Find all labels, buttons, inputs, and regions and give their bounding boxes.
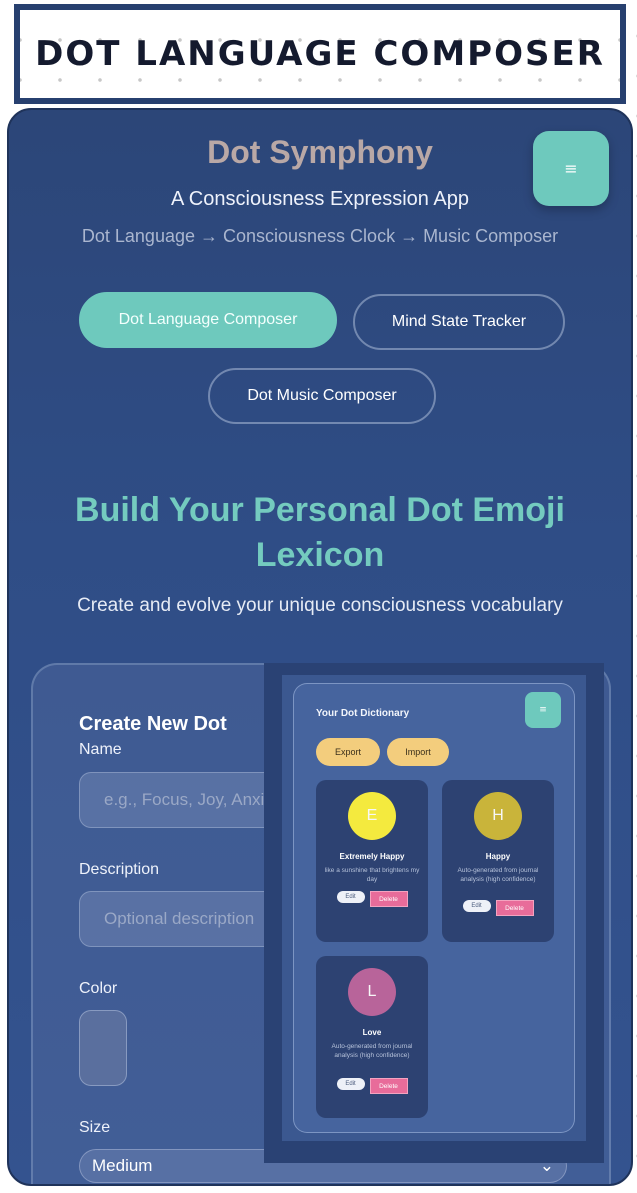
description-label: Description — [79, 861, 160, 878]
dot-description: like a sunshine that brightens my day — [324, 867, 420, 883]
app-subtitle: A Consciousness Expression App — [171, 188, 469, 210]
dot-card-extremely-happy[interactable]: E Extremely Happy like a sunshine that b… — [316, 780, 428, 942]
dictionary-title: Your Dot Dictionary — [316, 708, 410, 719]
dictionary-overlay: Your Dot Dictionary ≡ Export Import E Ex… — [264, 663, 604, 1163]
flow-breadcrumb: Dot Language → Consciousness Clock → Mus… — [81, 226, 559, 246]
color-picker[interactable] — [79, 1010, 127, 1086]
dot-name: Love — [362, 1028, 382, 1037]
dot-actions: Edit Delete — [316, 1078, 428, 1094]
dot-description: Auto-generated from journal analysis (hi… — [457, 867, 539, 883]
dot-circle: E — [348, 792, 396, 840]
menu-icon: ≡ — [564, 159, 578, 178]
menu-icon: ≡ — [539, 705, 547, 715]
dictionary-panel: Your Dot Dictionary ≡ Export Import E Ex… — [293, 683, 575, 1133]
delete-button[interactable]: Delete — [495, 900, 534, 916]
create-dot-title: Create New Dot — [79, 713, 227, 735]
export-button[interactable]: Export — [316, 738, 380, 766]
hero-title: Build Your Personal Dot Emoji Lexicon — [75, 491, 565, 574]
dot-actions: Edit Delete — [442, 900, 554, 916]
hero-subtitle: Create and evolve your unique consciousn… — [77, 595, 563, 616]
dictionary-menu-button[interactable]: ≡ — [525, 692, 561, 728]
dot-card-love[interactable]: L Love Auto-generated from journal analy… — [316, 956, 428, 1118]
dictionary-screen: Your Dot Dictionary ≡ Export Import E Ex… — [282, 675, 586, 1141]
edit-button[interactable]: Edit — [336, 1078, 365, 1090]
tab-dot-language-composer[interactable]: Dot Language Composer — [79, 292, 337, 348]
delete-button[interactable]: Delete — [369, 1078, 408, 1094]
name-label: Name — [79, 741, 122, 758]
tab-label: Dot Language Composer — [118, 311, 298, 328]
color-label: Color — [79, 980, 118, 997]
dot-card-happy[interactable]: H Happy Auto-generated from journal anal… — [442, 780, 554, 942]
size-value: Medium — [92, 1156, 153, 1175]
app-screen: Dot Symphony ≡ A Consciousness Expressio… — [7, 108, 633, 1186]
dot-description: Auto-generated from journal analysis (hi… — [331, 1043, 413, 1059]
banner-title: DOT LANGUAGE COMPOSER — [35, 34, 605, 74]
edit-button[interactable]: Edit — [462, 900, 491, 912]
dot-circle: H — [474, 792, 522, 840]
tab-mind-state-tracker[interactable]: Mind State Tracker — [353, 294, 565, 350]
dot-name: Happy — [485, 852, 511, 861]
tab-dot-music-composer[interactable]: Dot Music Composer — [208, 368, 436, 424]
delete-button[interactable]: Delete — [369, 891, 408, 907]
dot-actions: Edit Delete — [316, 891, 428, 907]
edit-button[interactable]: Edit — [336, 891, 365, 903]
dot-name: Extremely Happy — [339, 852, 405, 861]
size-label: Size — [79, 1119, 111, 1136]
import-button[interactable]: Import — [387, 738, 449, 766]
tab-label: Mind State Tracker — [391, 313, 527, 330]
dot-circle: L — [348, 968, 396, 1016]
banner: DOT LANGUAGE COMPOSER — [14, 4, 626, 104]
tab-label: Dot Music Composer — [247, 387, 397, 404]
